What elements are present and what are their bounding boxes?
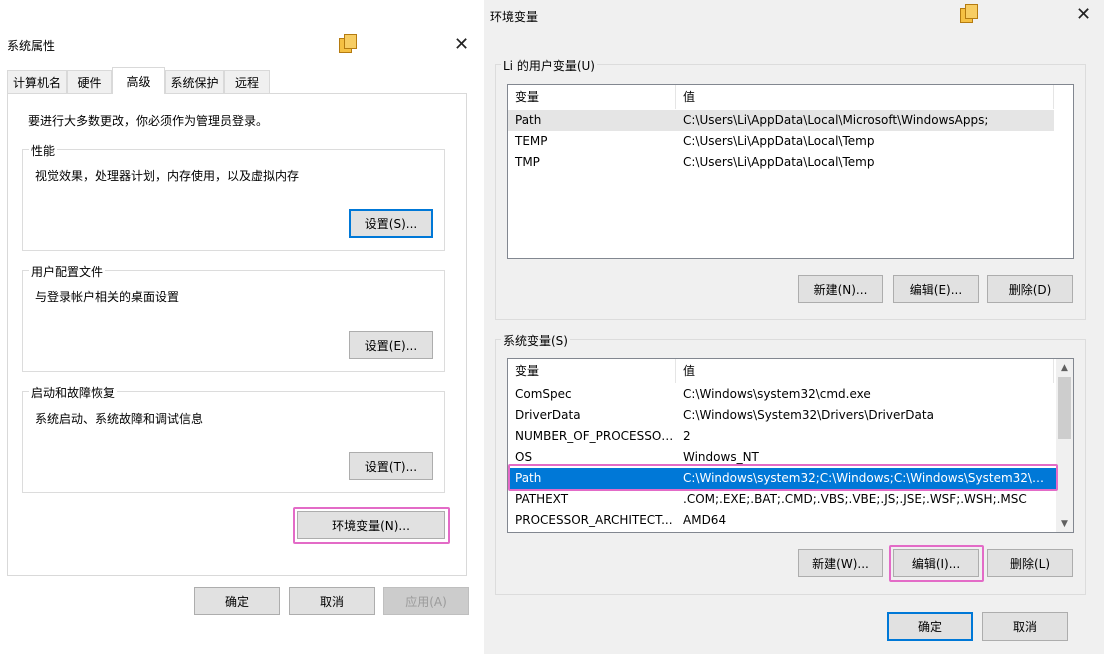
list-header: 变量 值	[508, 85, 1054, 109]
scroll-up-arrow-icon[interactable]: ▲	[1056, 359, 1073, 376]
variable-name: TMP	[515, 155, 540, 169]
variable-value: AMD64	[683, 513, 727, 527]
window-title: 环境变量	[490, 10, 539, 24]
list-item-selected[interactable]: Path C:\Windows\system32;C:\Windows;C:\W…	[508, 468, 1056, 489]
list-item[interactable]: TEMP C:\Users\Li\AppData\Local\Temp	[508, 131, 1054, 152]
variable-value: C:\Users\Li\AppData\Local\Microsoft\Wind…	[683, 113, 989, 127]
system-variables-group-label: 系统变量(S)	[501, 332, 570, 349]
column-header-value[interactable]: 值	[676, 85, 1054, 109]
column-header-variable[interactable]: 变量	[508, 85, 676, 109]
tab-computer-name[interactable]: 计算机名	[7, 70, 67, 93]
variable-name: ComSpec	[515, 387, 572, 401]
performance-settings-button[interactable]: 设置(S)...	[349, 209, 433, 238]
user-new-button[interactable]: 新建(N)...	[798, 275, 883, 303]
variable-name: Path	[515, 471, 542, 485]
startup-recovery-group-label: 启动和故障恢复	[29, 384, 118, 401]
system-variables-list[interactable]: 变量 值 ComSpec C:\Windows\system32\cmd.exe…	[507, 358, 1074, 533]
variable-value: C:\Windows\system32;C:\Windows;C:\Window…	[683, 471, 1048, 485]
startup-recovery-description: 系统启动、系统故障和调试信息	[35, 412, 204, 426]
cancel-button[interactable]: 取消	[289, 587, 375, 615]
system-properties-dialog: 系统属性 ✕ 计算机名 硬件 高级 系统保护 远程 要进行大多数更改，你必须作为…	[0, 0, 480, 630]
close-icon[interactable]: ✕	[454, 36, 469, 54]
variable-name: DriverData	[515, 408, 581, 422]
list-item[interactable]: ComSpec C:\Windows\system32\cmd.exe	[508, 384, 1056, 405]
variable-value: 2	[683, 429, 691, 443]
user-delete-button[interactable]: 删除(D)	[987, 275, 1073, 303]
variable-value: C:\Users\Li\AppData\Local\Temp	[683, 155, 875, 169]
ok-button[interactable]: 确定	[194, 587, 280, 615]
variable-value: C:\Windows\System32\Drivers\DriverData	[683, 408, 934, 422]
list-item[interactable]: DriverData C:\Windows\System32\Drivers\D…	[508, 405, 1056, 426]
system-properties-icon	[337, 33, 359, 55]
variable-value: C:\Windows\system32\cmd.exe	[683, 387, 871, 401]
tab-hardware[interactable]: 硬件	[67, 70, 112, 93]
window-title: 系统属性	[7, 39, 56, 53]
system-delete-button[interactable]: 删除(L)	[987, 549, 1073, 577]
close-icon[interactable]: ✕	[1076, 6, 1091, 24]
column-header-variable[interactable]: 变量	[508, 359, 676, 383]
user-edit-button[interactable]: 编辑(E)...	[893, 275, 979, 303]
variable-name: Path	[515, 113, 542, 127]
list-item[interactable]: OS Windows_NT	[508, 447, 1056, 468]
system-new-button[interactable]: 新建(W)...	[798, 549, 883, 577]
list-item[interactable]: PATHEXT .COM;.EXE;.BAT;.CMD;.VBS;.VBE;.J…	[508, 489, 1056, 510]
ok-button[interactable]: 确定	[887, 612, 973, 641]
column-header-value[interactable]: 值	[676, 359, 1054, 383]
user-profiles-group-label: 用户配置文件	[29, 263, 106, 280]
list-header: 变量 值	[508, 359, 1054, 383]
variable-value: .COM;.EXE;.BAT;.CMD;.VBS;.VBE;.JS;.JSE;.…	[683, 492, 1027, 506]
apply-button[interactable]: 应用(A)	[383, 587, 469, 615]
system-edit-button[interactable]: 编辑(I)...	[893, 549, 979, 577]
list-item[interactable]: NUMBER_OF_PROCESSORS 2	[508, 426, 1056, 447]
user-profiles-settings-button[interactable]: 设置(E)...	[349, 331, 433, 359]
variable-value: Windows_NT	[683, 450, 759, 464]
tab-remote[interactable]: 远程	[224, 70, 270, 93]
tab-system-protection[interactable]: 系统保护	[165, 70, 224, 93]
variable-name: OS	[515, 450, 533, 464]
admin-note: 要进行大多数更改，你必须作为管理员登录。	[28, 114, 269, 128]
scroll-thumb[interactable]	[1058, 377, 1071, 439]
environment-variables-button[interactable]: 环境变量(N)...	[297, 511, 445, 539]
vertical-scrollbar[interactable]: ▲ ▼	[1056, 359, 1073, 532]
variable-name: NUMBER_OF_PROCESSORS	[515, 429, 676, 443]
user-variables-list[interactable]: 变量 值 Path C:\Users\Li\AppData\Local\Micr…	[507, 84, 1074, 259]
tab-advanced[interactable]: 高级	[112, 67, 165, 94]
user-profiles-description: 与登录帐户相关的桌面设置	[35, 290, 180, 304]
cancel-button[interactable]: 取消	[982, 612, 1068, 641]
user-variables-group-label: Li 的用户变量(U)	[501, 57, 597, 74]
startup-recovery-settings-button[interactable]: 设置(T)...	[349, 452, 433, 480]
performance-description: 视觉效果，处理器计划，内存使用，以及虚拟内存	[35, 169, 300, 183]
list-item[interactable]: TMP C:\Users\Li\AppData\Local\Temp	[508, 152, 1054, 173]
list-item[interactable]: Path C:\Users\Li\AppData\Local\Microsoft…	[508, 110, 1054, 131]
variable-name: PATHEXT	[515, 492, 569, 506]
environment-variables-dialog: 环境变量 ✕ Li 的用户变量(U) 变量 值 Path C:\Users\Li…	[484, 0, 1104, 654]
scroll-down-arrow-icon[interactable]: ▼	[1056, 515, 1073, 532]
variable-name: TEMP	[515, 134, 548, 148]
variable-value: C:\Users\Li\AppData\Local\Temp	[683, 134, 875, 148]
performance-group-label: 性能	[29, 142, 58, 159]
environment-variables-icon	[958, 3, 980, 25]
variable-name: PROCESSOR_ARCHITECT...	[515, 513, 673, 527]
list-item[interactable]: PROCESSOR_ARCHITECT... AMD64	[508, 510, 1056, 531]
